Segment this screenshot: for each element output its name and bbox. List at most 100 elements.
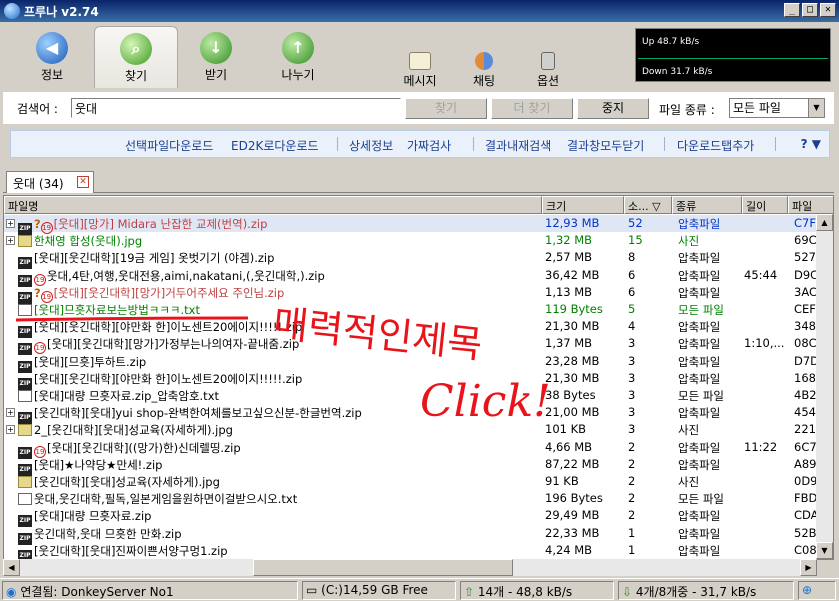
link-fake-check[interactable]: 가짜검사: [407, 137, 451, 154]
file-name: 웃긴대학,웃대 므흣한 만화.zip: [34, 526, 182, 541]
column-header-type[interactable]: 종류: [672, 196, 742, 214]
upload-status: ⇧ 14개 - 48,8 kB/s: [460, 581, 614, 600]
close-tab-icon[interactable]: ✕: [77, 176, 89, 188]
link-download-selected[interactable]: 선택파일다운로드: [125, 137, 213, 154]
file-size: 38 Bytes: [545, 388, 596, 402]
file-name-cell: ZIP [웃긴대학][웃대]진짜이쁜서양구멍1.zip: [18, 543, 540, 559]
file-name: [웃대][므흣]투하트.zip: [34, 354, 147, 369]
table-row[interactable]: ZIP[웃대]★나약당★만세!.zip87,22 MB2압축파일A89F: [4, 456, 816, 476]
table-row[interactable]: ZIP 19 [웃대][웃긴대학][망가]가정부는나의여자-끝내줌.zip 1,37 …: [4, 335, 816, 356]
message-button[interactable]: 메시지: [390, 52, 450, 89]
file-size: 101 KB: [545, 422, 587, 437]
scroll-up-icon[interactable]: ▲: [816, 214, 833, 231]
file-name: [웃대][웃긴대학][망가]가정부는나의여자-끝내줌.zip: [47, 337, 300, 352]
source-count: 3: [628, 405, 636, 420]
stop-button[interactable]: 중지: [577, 98, 649, 119]
file-type: 압축파일: [678, 371, 721, 386]
close-button[interactable]: ✕: [820, 3, 836, 17]
filetype-select[interactable]: 모든 파일 ▼: [729, 98, 825, 118]
expand-icon[interactable]: +: [6, 236, 15, 246]
maximize-button[interactable]: □: [802, 3, 818, 17]
file-name: [웃대][웃긴대학]((망가)한)신데렐띵.zip: [47, 440, 241, 455]
table-row[interactable]: 웃대,웃긴대학,필독,일본게임을원하면이걸받으시오.txt 196 Bytes 2 모…: [4, 490, 816, 507]
table-row[interactable]: ZIP [웃긴대학][웃대]진짜이쁜서양구멍1.zip 4,24 MB 1 압축파일 C0…: [4, 542, 816, 559]
file-type: 사진: [678, 423, 700, 438]
file-type: 압축파일: [678, 543, 721, 558]
file-size: 12,93 MB: [545, 216, 600, 230]
tab-search[interactable]: ⌕ 찾기: [94, 26, 178, 88]
table-row[interactable]: [웃긴대학][웃대]성교육(자세하게).jpg 91 KB 2 사진 0D9E: [4, 473, 816, 490]
file-name-cell: 한채영 합성(웃대).jpg: [18, 233, 540, 249]
column-header-size[interactable]: 크기: [542, 196, 624, 214]
table-row[interactable]: +2_[웃긴대학][웃대]성교육(자세하게).jpg 101 KB 3 사진 221E: [4, 421, 816, 438]
table-row[interactable]: ZIP [웃대][웃긴대학][19금 게임] 옷벗기기 (야겜).zip 2,57 …: [4, 249, 816, 270]
file-size: 196 Bytes: [545, 491, 603, 506]
list-header: 파일명 크기 소... ▽ 종류 길이 파일: [4, 196, 833, 214]
scroll-down-icon[interactable]: ▼: [816, 542, 833, 559]
table-row[interactable]: + 한채영 합성(웃대).jpg 1,32 MB 15 사진 69C7: [4, 232, 816, 249]
link-close-all-results[interactable]: 결과창모두닫기: [567, 137, 644, 154]
file-name: 웃대,웃긴대학,필독,일본게임을원하면이걸받으시오.txt: [34, 492, 298, 507]
link-add-download-tab[interactable]: 다운로드탭추가: [677, 137, 754, 154]
source-count: 6: [628, 267, 636, 282]
horizontal-scrollbar[interactable]: ◀ ▶: [3, 559, 817, 576]
tab-download[interactable]: ↓ 받기: [174, 26, 258, 88]
minimize-button[interactable]: _: [784, 3, 800, 17]
scroll-left-icon[interactable]: ◀: [3, 559, 20, 576]
file-name: [웃대][망가] Midara 난잡한 교제(번역).zip: [53, 217, 268, 231]
expand-icon[interactable]: +: [6, 425, 15, 435]
find-button[interactable]: 찾기: [405, 98, 487, 119]
tab-share-label: 나누기: [281, 68, 315, 82]
options-button[interactable]: 옵션: [518, 52, 578, 89]
column-header-file[interactable]: 파일: [788, 196, 833, 214]
column-header-name[interactable]: 파일명: [4, 196, 542, 214]
link-ed2k-download[interactable]: ED2K로다운로드: [231, 137, 319, 154]
table-row[interactable]: + ZIP [웃긴대학][웃대]yui shop-완벽한여체를보고싶으신분-한글번역…: [4, 404, 816, 425]
table-row[interactable]: ZIP 19 웃대,4탄,여행,웃대전용,aimi,nakatani,(,웃긴대학,…: [4, 267, 816, 287]
link-details[interactable]: 상세정보: [349, 137, 393, 154]
file-name: [웃대]대량 므흣자료.zip: [34, 509, 152, 524]
table-row[interactable]: ZIP [웃대][웃긴대학][야만화 한]이노센트20에이지!!!!!.zip 21…: [4, 318, 816, 339]
source-count: 3: [628, 422, 636, 437]
vertical-scrollbar[interactable]: ▲ ▼: [816, 214, 833, 559]
help-icon: ?: [800, 137, 808, 151]
file-name: [웃긴대학][웃대]성교육(자세하게).jpg: [34, 475, 220, 489]
search-input[interactable]: [71, 98, 401, 118]
table-row[interactable]: ZIP웃긴대학,웃대 므흣한 만화.zip22,33 MB1압축파일52BD: [4, 525, 816, 545]
tab-info[interactable]: ◀ 정보: [10, 26, 94, 88]
file-type: 압축파일: [678, 526, 721, 541]
chevron-down-icon[interactable]: ▼: [808, 99, 824, 117]
upload-status-icon: ⇧: [464, 585, 475, 599]
link-separator: [664, 137, 665, 151]
results-tab-row: 웃대 (34) ✕: [3, 171, 834, 193]
table-row[interactable]: [웃대]므흣자료보는방법ㅋㅋㅋ.txt 119 Bytes 5 모든 파일 CEF0: [4, 301, 816, 318]
file-hash: 08C3: [794, 336, 816, 351]
column-header-length[interactable]: 길이: [742, 196, 788, 214]
table-row[interactable]: ZIP? 19 [웃대][웃긴대학][망가]거두어주세요 주인님.zip 1,13 M…: [4, 284, 816, 304]
table-row[interactable]: [웃대]대량 므흣자료.zip_압축암호.txt 38 Bytes 3 모든 파일 4B…: [4, 387, 816, 404]
chat-button[interactable]: 채팅: [454, 52, 514, 89]
find-more-button[interactable]: 더 찾기: [491, 98, 573, 119]
expand-icon[interactable]: +: [6, 408, 15, 418]
file-type: 압축파일: [678, 406, 721, 421]
results-tab[interactable]: 웃대 (34) ✕: [6, 171, 94, 193]
file-type: 압축파일: [678, 457, 721, 472]
file-hash: 221E: [794, 422, 816, 437]
help-button[interactable]: ? ▼: [801, 137, 821, 151]
table-row[interactable]: ZIP [웃대][웃긴대학][야만화 한]이노센트20에이지!!!!!.zip 21…: [4, 370, 816, 390]
link-search-within[interactable]: 결과내재검색: [485, 137, 551, 154]
source-count: 2: [628, 508, 636, 523]
table-row[interactable]: ZIP[웃대][므흣]투하트.zip23,28 MB3압축파일D7D1: [4, 353, 816, 373]
tab-share[interactable]: ↑ 나누기: [256, 26, 340, 88]
scroll-thumb[interactable]: [253, 559, 513, 576]
file-name: [웃대]므흣자료보는방법ㅋㅋㅋ.txt: [34, 303, 200, 317]
column-header-sources[interactable]: 소... ▽: [624, 196, 672, 214]
file-name-cell: [웃대]므흣자료보는방법ㅋㅋㅋ.txt: [18, 302, 540, 318]
scroll-right-icon[interactable]: ▶: [800, 559, 817, 576]
search-label: 검색어 :: [17, 102, 58, 116]
table-row[interactable]: + ZIP? 19 [웃대][망가] Midara 난잡한 교제(번역).zip 12,…: [4, 215, 816, 235]
table-row[interactable]: ZIP[웃대]대량 므흣자료.zip29,49 MB2압축파일CDA: [4, 507, 816, 528]
expand-icon[interactable]: +: [6, 219, 15, 228]
connection-label: 연결됨: DonkeyServer No1: [20, 585, 174, 599]
table-row[interactable]: ZIP 19 [웃대][웃긴대학]((망가)한)신데렐띵.zip 4,66 MB 2 압축…: [4, 439, 816, 459]
